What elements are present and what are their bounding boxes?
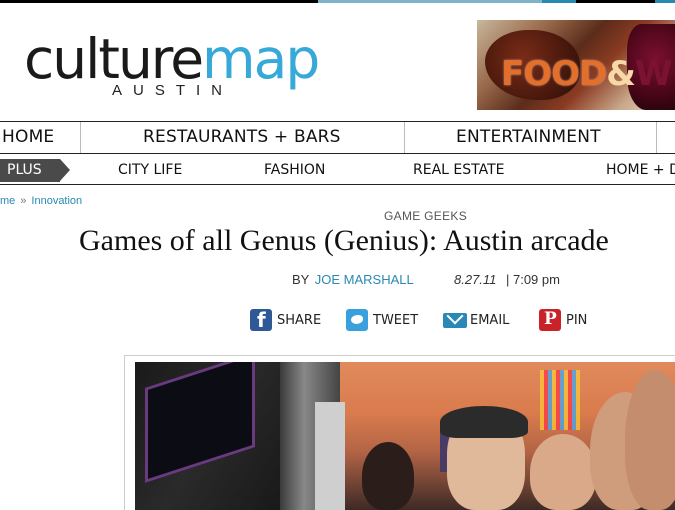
breadcrumb: me » Innovation [0,195,82,207]
top-bar [0,0,675,3]
share-email-button[interactable]: EMAIL [443,308,509,332]
top-bar-accent [655,0,675,3]
facebook-icon [250,308,272,332]
nav-item-real-estate[interactable]: REAL ESTATE [413,156,505,185]
photo-person [625,370,675,510]
nav-divider [656,122,657,153]
nav-item-home-design[interactable]: HOME + D [606,156,675,185]
share-twitter-label: TWEET [373,312,419,328]
twitter-icon [346,309,368,331]
breadcrumb-innovation[interactable]: Innovation [31,195,82,207]
article-byline: BY JOE MARSHALL 8.27.11 | 7:09 pm [292,272,560,287]
article-photo[interactable] [135,362,675,510]
byline-time: | 7:09 pm [506,272,560,287]
ad-headline: FOOD&W [501,54,672,94]
photo-arcade-lights [540,370,580,430]
primary-nav: HOME RESTAURANTS + BARS ENTERTAINMENT [0,121,675,154]
breadcrumb-separator: » [20,195,27,207]
nav-divider [404,122,405,153]
article-headline: Games of all Genus (Genius): Austin arca… [79,224,609,257]
nav-plus-label[interactable]: PLUS [0,159,70,182]
nav-item-restaurants-bars[interactable]: RESTAURANTS + BARS [143,122,341,153]
nav-item-home[interactable]: HOME [2,122,54,153]
photo-cabinet-panel [315,402,345,510]
logo-wordmark: culturemap [24,30,320,88]
byline-author[interactable]: JOE MARSHALL [315,272,414,287]
email-icon [443,309,467,331]
article-kicker[interactable]: GAME GEEKS [384,209,467,223]
byline-date: 8.27.11 [454,272,497,287]
byline-by: BY [292,272,310,287]
share-pinterest-label: PIN [566,312,588,328]
nav-item-entertainment[interactable]: ENTERTAINMENT [456,122,601,153]
share-facebook-button[interactable]: SHARE [250,308,321,332]
photo-person [530,434,596,510]
share-pinterest-button[interactable]: PIN [539,308,587,332]
pinterest-icon [539,309,561,331]
nav-item-city-life[interactable]: CITY LIFE [118,156,182,185]
nav-item-fashion[interactable]: FASHION [264,156,325,185]
secondary-nav: PLUS CITY LIFE FASHION REAL ESTATE HOME … [0,156,675,185]
photo-person [362,442,414,510]
advertisement-banner[interactable]: FOOD&W [477,20,675,110]
site-logo[interactable]: culturemap AUSTIN [24,30,384,102]
logo-city: AUSTIN [112,82,234,99]
search-bar-edge[interactable] [318,0,576,3]
photo-person-cap [440,406,528,438]
breadcrumb-home[interactable]: me [0,195,15,207]
share-facebook-label: SHARE [277,312,322,328]
nav-divider [80,122,81,153]
share-twitter-button[interactable]: TWEET [346,308,418,332]
share-email-label: EMAIL [470,312,510,328]
